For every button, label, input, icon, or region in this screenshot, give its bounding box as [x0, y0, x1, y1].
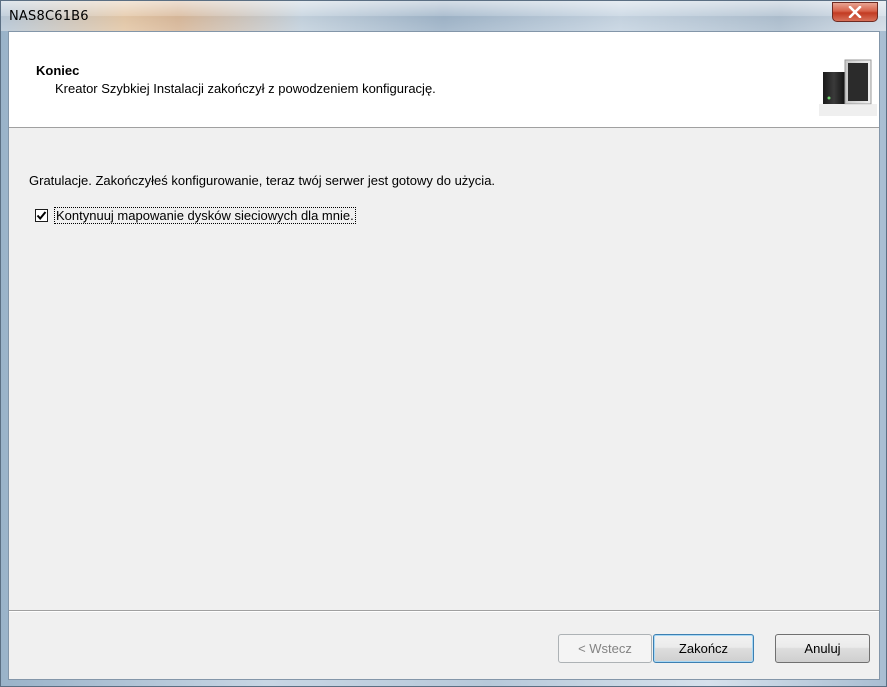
checkmark-icon — [36, 211, 47, 221]
back-button[interactable]: < Wstecz — [558, 634, 652, 663]
window-title: NAS8C61B6 — [9, 9, 89, 24]
finish-button[interactable]: Zakończ — [653, 634, 754, 663]
dialog-client-area: Koniec Kreator Szybkiej Instalacji zakoń… — [8, 31, 880, 680]
map-drives-checkbox[interactable] — [35, 209, 48, 222]
close-button[interactable] — [832, 2, 878, 22]
nas-device-icon — [819, 59, 877, 116]
wizard-header: Koniec Kreator Szybkiej Instalacji zakoń… — [9, 32, 879, 128]
map-drives-option[interactable]: Kontynuuj mapowanie dysków sieciowych dl… — [35, 207, 356, 224]
page-subtitle: Kreator Szybkiej Instalacji zakończył z … — [55, 81, 436, 96]
wizard-window: NAS8C61B6 Koniec Kreator Szybkiej Instal… — [0, 0, 887, 687]
cancel-button[interactable]: Anuluj — [775, 634, 870, 663]
close-icon — [848, 6, 862, 18]
map-drives-label[interactable]: Kontynuuj mapowanie dysków sieciowych dl… — [54, 207, 356, 224]
title-bar[interactable]: NAS8C61B6 — [1, 1, 886, 31]
page-title: Koniec — [36, 63, 80, 78]
congratulations-message: Gratulacje. Zakończyłeś konfigurowanie, … — [29, 173, 496, 188]
footer-divider — [9, 610, 879, 612]
